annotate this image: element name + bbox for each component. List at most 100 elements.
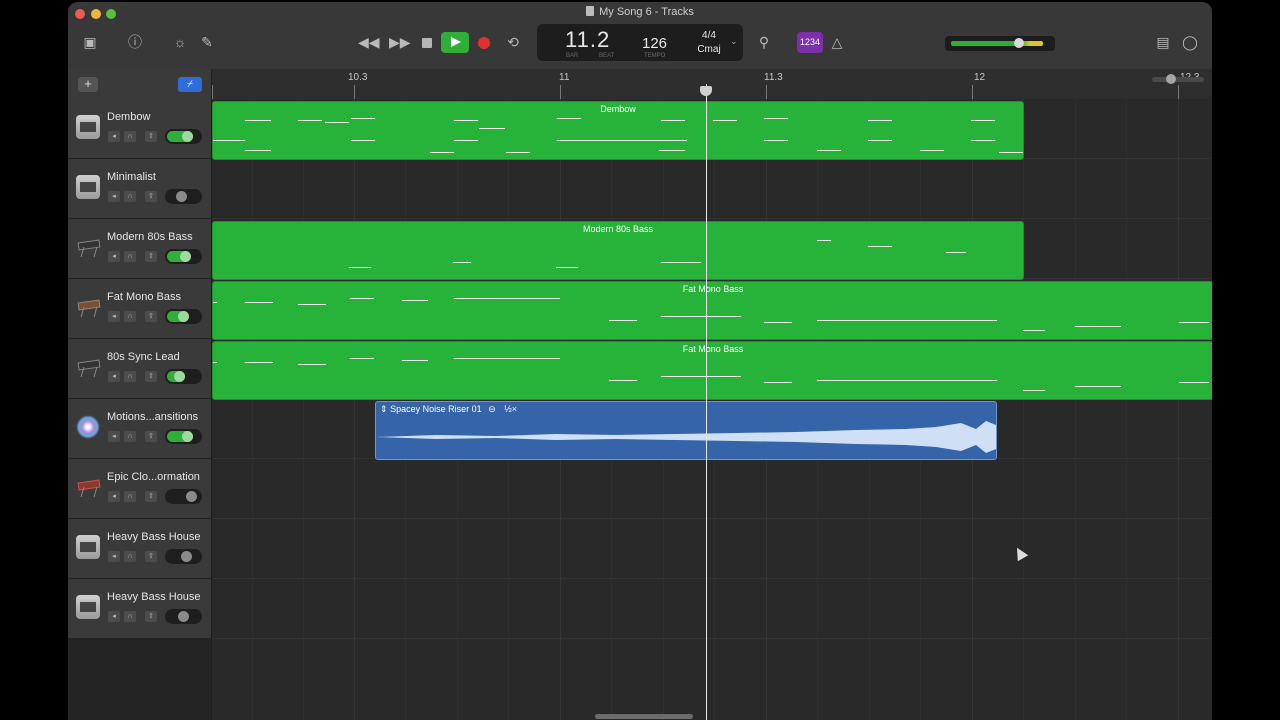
volume-knob[interactable] <box>180 251 191 262</box>
volume-knob[interactable] <box>178 611 189 622</box>
solo-headphones-icon[interactable]: ∩ <box>124 431 136 442</box>
track-name[interactable]: 80s Sync Lead <box>107 351 180 363</box>
volume-knob[interactable] <box>181 551 192 562</box>
cycle-icon[interactable]: ⟲ <box>504 34 522 50</box>
track-header[interactable]: 80s Sync Lead ◂ ∩ ⇧ <box>68 339 211 399</box>
horizontal-scrollbar[interactable] <box>595 714 693 719</box>
midi-region[interactable]: Fat Mono Bass <box>212 341 1212 400</box>
record-enable-icon[interactable]: ⇧ <box>145 611 157 622</box>
library-icon[interactable]: ▣ <box>81 34 99 50</box>
record-button[interactable] <box>478 37 490 49</box>
track-volume-slider[interactable] <box>165 129 202 144</box>
track-name[interactable]: Motions...ansitions <box>107 411 198 423</box>
metronome-icon[interactable]: △ <box>828 34 846 50</box>
count-in-button[interactable]: 1234 <box>797 32 823 53</box>
chevron-down-icon[interactable]: ⌄ <box>730 36 738 47</box>
fast-forward-icon[interactable]: ▶▶ <box>389 34 411 50</box>
track-volume-slider[interactable] <box>165 549 202 564</box>
track-lane[interactable] <box>212 519 1212 579</box>
mute-icon[interactable]: ◂ <box>108 311 120 322</box>
notepad-icon[interactable]: ▤ <box>1154 34 1172 50</box>
midi-region[interactable]: Fat Mono Bass <box>212 281 1212 340</box>
smart-controls-icon[interactable]: ☼ <box>171 34 189 50</box>
record-enable-icon[interactable]: ⇧ <box>145 251 157 262</box>
loop-browser-icon[interactable]: ◯ <box>1181 34 1199 50</box>
playhead[interactable] <box>706 84 707 720</box>
volume-knob[interactable] <box>182 431 193 442</box>
track-volume-slider[interactable] <box>165 249 202 264</box>
track-header[interactable]: Dembow ◂ ∩ ⇧ <box>68 99 211 159</box>
editors-icon[interactable]: ✎ <box>198 34 216 50</box>
volume-knob[interactable] <box>1014 38 1024 48</box>
add-track-button[interactable]: + <box>78 77 98 92</box>
record-enable-icon[interactable]: ⇧ <box>145 551 157 562</box>
play-button[interactable] <box>441 32 469 53</box>
track-volume-slider[interactable] <box>165 429 202 444</box>
record-enable-icon[interactable]: ⇧ <box>145 491 157 502</box>
mute-icon[interactable]: ◂ <box>108 191 120 202</box>
solo-headphones-icon[interactable]: ∩ <box>124 611 136 622</box>
master-volume-slider[interactable] <box>945 36 1055 51</box>
track-name[interactable]: Fat Mono Bass <box>107 291 181 303</box>
track-name[interactable]: Minimalist <box>107 171 156 183</box>
track-header[interactable]: Heavy Bass House ◂ ∩ ⇧ <box>68 579 211 639</box>
record-enable-icon[interactable]: ⇧ <box>145 371 157 382</box>
track-lane[interactable] <box>212 459 1212 519</box>
mute-icon[interactable]: ◂ <box>108 611 120 622</box>
track-header[interactable]: Heavy Bass House ◂ ∩ ⇧ <box>68 519 211 579</box>
record-enable-icon[interactable]: ⇧ <box>145 311 157 322</box>
record-enable-icon[interactable]: ⇧ <box>145 191 157 202</box>
midi-region[interactable]: Modern 80s Bass <box>212 221 1024 280</box>
rewind-icon[interactable]: ◀◀ <box>358 34 380 50</box>
lcd-display[interactable]: 11.2 BAR BEAT 126 TEMPO 4/4 Cmaj ⌄ <box>537 24 743 61</box>
track-volume-slider[interactable] <box>165 489 202 504</box>
mute-icon[interactable]: ◂ <box>108 551 120 562</box>
stop-button[interactable] <box>422 38 432 48</box>
solo-headphones-icon[interactable]: ∩ <box>124 251 136 262</box>
audio-region[interactable]: ⇕ Spacey Noise Riser 01 ⊖ ½× <box>375 401 997 460</box>
volume-knob[interactable] <box>178 311 189 322</box>
track-volume-slider[interactable] <box>165 369 202 384</box>
mute-icon[interactable]: ◂ <box>108 371 120 382</box>
track-lane[interactable] <box>212 159 1212 219</box>
record-enable-icon[interactable]: ⇧ <box>145 431 157 442</box>
zoom-knob[interactable] <box>1166 74 1176 84</box>
track-name[interactable]: Modern 80s Bass <box>107 231 193 243</box>
timeline-ruler[interactable]: 10.3 11 11.3 12 12.3 <box>212 69 1212 100</box>
volume-knob[interactable] <box>182 131 193 142</box>
volume-knob[interactable] <box>176 191 187 202</box>
track-header[interactable]: Fat Mono Bass ◂ ∩ ⇧ <box>68 279 211 339</box>
mute-icon[interactable]: ◂ <box>108 251 120 262</box>
track-volume-slider[interactable] <box>165 609 202 624</box>
track-name[interactable]: Dembow <box>107 111 150 123</box>
tuner-icon[interactable]: ⚲ <box>755 34 773 50</box>
track-header[interactable]: Minimalist ◂ ∩ ⇧ <box>68 159 211 219</box>
catch-playhead-button[interactable]: ⌿ <box>178 77 202 92</box>
track-name[interactable]: Heavy Bass House <box>107 531 201 543</box>
solo-headphones-icon[interactable]: ∩ <box>124 131 136 142</box>
track-header[interactable]: Modern 80s Bass ◂ ∩ ⇧ <box>68 219 211 279</box>
track-volume-slider[interactable] <box>165 189 202 204</box>
solo-headphones-icon[interactable]: ∩ <box>124 311 136 322</box>
tracks-area[interactable]: Dembow Modern 80s Bass Fat Mono Bass Fat… <box>212 99 1212 720</box>
volume-knob[interactable] <box>174 371 185 382</box>
track-name[interactable]: Heavy Bass House <box>107 591 201 603</box>
track-volume-slider[interactable] <box>165 309 202 324</box>
solo-headphones-icon[interactable]: ∩ <box>124 371 136 382</box>
region-expand-icon[interactable]: ⇕ <box>380 404 388 414</box>
solo-headphones-icon[interactable]: ∩ <box>124 551 136 562</box>
solo-headphones-icon[interactable]: ∩ <box>124 191 136 202</box>
help-icon[interactable]: ⓘ <box>126 34 144 50</box>
track-name[interactable]: Epic Clo...ormation <box>107 471 200 483</box>
volume-knob[interactable] <box>186 491 197 502</box>
track-header[interactable]: Motions...ansitions ◂ ∩ ⇧ <box>68 399 211 459</box>
midi-region[interactable]: Dembow <box>212 101 1024 160</box>
track-header[interactable]: Epic Clo...ormation ◂ ∩ ⇧ <box>68 459 211 519</box>
solo-headphones-icon[interactable]: ∩ <box>124 491 136 502</box>
track-lane[interactable] <box>212 579 1212 639</box>
mute-icon[interactable]: ◂ <box>108 431 120 442</box>
record-enable-icon[interactable]: ⇧ <box>145 131 157 142</box>
mute-icon[interactable]: ◂ <box>108 491 120 502</box>
zoom-slider[interactable] <box>1152 74 1204 84</box>
mute-icon[interactable]: ◂ <box>108 131 120 142</box>
